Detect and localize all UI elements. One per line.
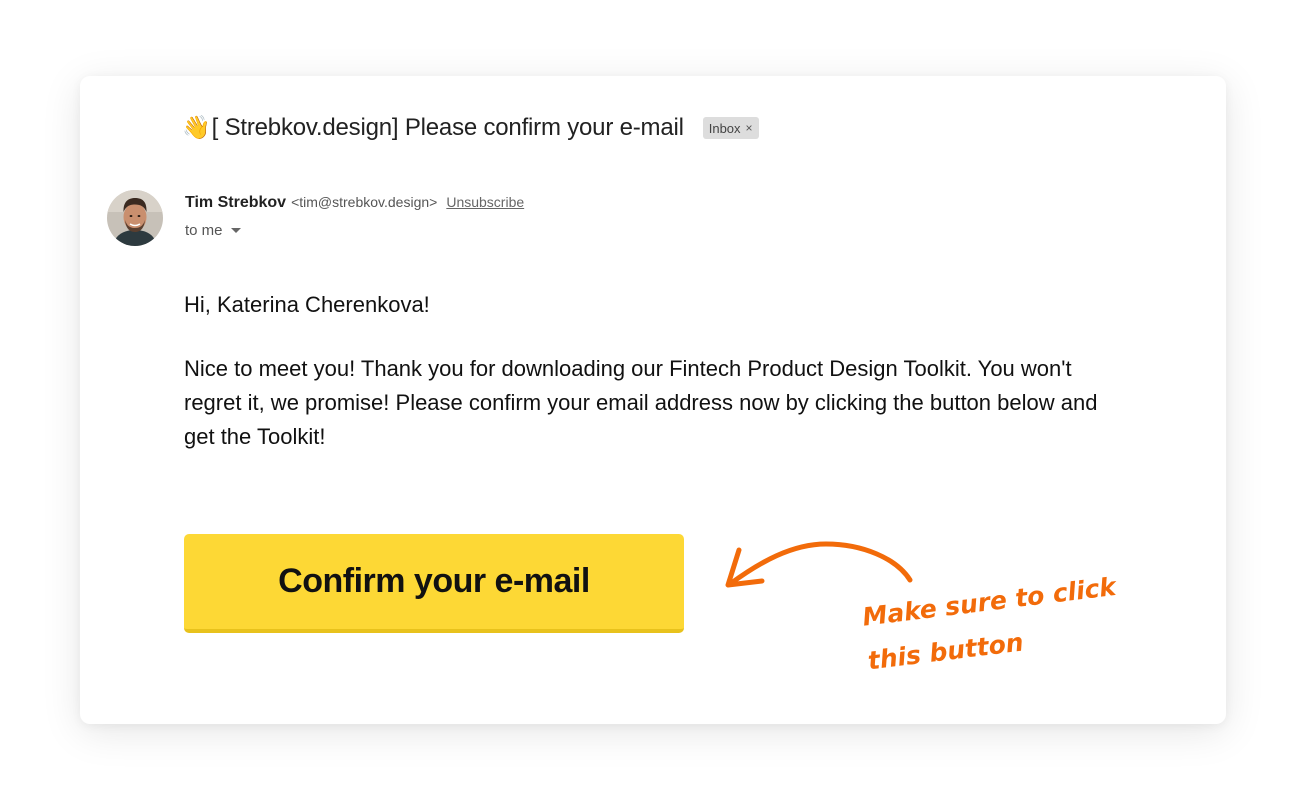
sender-row: Tim Strebkov <tim@strebkov.design> Unsub…: [185, 194, 524, 212]
inbox-label-badge: Inbox ×: [702, 117, 759, 139]
email-body: Nice to meet you! Thank you for download…: [184, 356, 1098, 449]
email-subject: [ Strebkov.design] Please confirm your e…: [211, 114, 684, 141]
inbox-label-text: Inbox: [708, 120, 741, 136]
unsubscribe-link[interactable]: Unsubscribe: [446, 194, 524, 210]
email-card: 👋 [ Strebkov.design] Please confirm your…: [80, 76, 1226, 724]
avatar-image: [107, 190, 163, 246]
sender-name: Tim Strebkov: [185, 194, 287, 211]
chevron-down-icon: [230, 228, 241, 233]
avatar: [107, 190, 163, 246]
email-greeting: Hi, Katerina Cherenkova!: [184, 292, 430, 317]
confirm-email-button[interactable]: Confirm your e-mail: [184, 534, 684, 633]
sender-email: <tim@strebkov.design>: [291, 194, 438, 210]
subject-row: 👋 [ Strebkov.design] Please confirm your…: [182, 114, 759, 142]
remove-label-icon[interactable]: ×: [746, 121, 753, 135]
recipient-label: to me: [185, 222, 223, 239]
waving-hand-icon: 👋: [182, 113, 211, 140]
recipient-details-toggle[interactable]: to me: [185, 222, 241, 239]
